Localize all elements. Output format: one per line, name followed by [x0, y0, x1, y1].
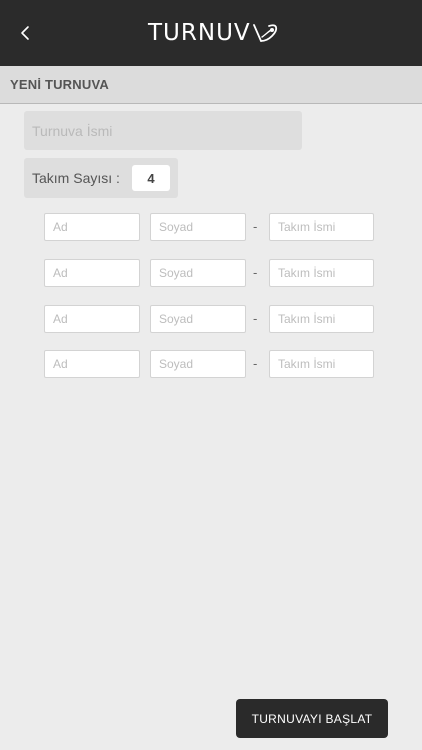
chevron-left-icon	[21, 26, 29, 40]
separator-dash: -	[253, 265, 258, 280]
last-name-input[interactable]	[150, 305, 246, 333]
first-name-input[interactable]	[44, 350, 140, 378]
team-count-box: Takım Sayısı :	[24, 158, 178, 198]
section-header: YENİ TURNUVA	[0, 66, 422, 104]
team-row: -	[0, 305, 422, 333]
separator-dash: -	[253, 356, 258, 371]
last-name-input[interactable]	[150, 259, 246, 287]
separator-dash: -	[253, 311, 258, 326]
app-logo: TURNUV	[148, 20, 280, 46]
start-tournament-button[interactable]: TURNUVAYI BAŞLAT	[236, 699, 388, 738]
section-title: YENİ TURNUVA	[10, 77, 109, 92]
team-row: -	[0, 213, 422, 241]
tournament-name-input[interactable]	[24, 111, 302, 150]
last-name-input[interactable]	[150, 213, 246, 241]
first-name-input[interactable]	[44, 259, 140, 287]
logo-text: TURNUV	[148, 20, 251, 46]
team-row: -	[0, 259, 422, 287]
team-name-input[interactable]	[269, 213, 374, 241]
team-name-input[interactable]	[269, 350, 374, 378]
back-button[interactable]	[10, 18, 40, 48]
top-bar: TURNUV	[0, 0, 422, 66]
ball-swoosh-icon	[252, 24, 277, 42]
team-name-input[interactable]	[269, 259, 374, 287]
team-count-input[interactable]	[132, 165, 170, 191]
first-name-input[interactable]	[44, 305, 140, 333]
team-name-input[interactable]	[269, 305, 374, 333]
team-row: -	[0, 350, 422, 378]
team-count-label: Takım Sayısı :	[32, 170, 120, 186]
first-name-input[interactable]	[44, 213, 140, 241]
separator-dash: -	[253, 219, 258, 234]
last-name-input[interactable]	[150, 350, 246, 378]
